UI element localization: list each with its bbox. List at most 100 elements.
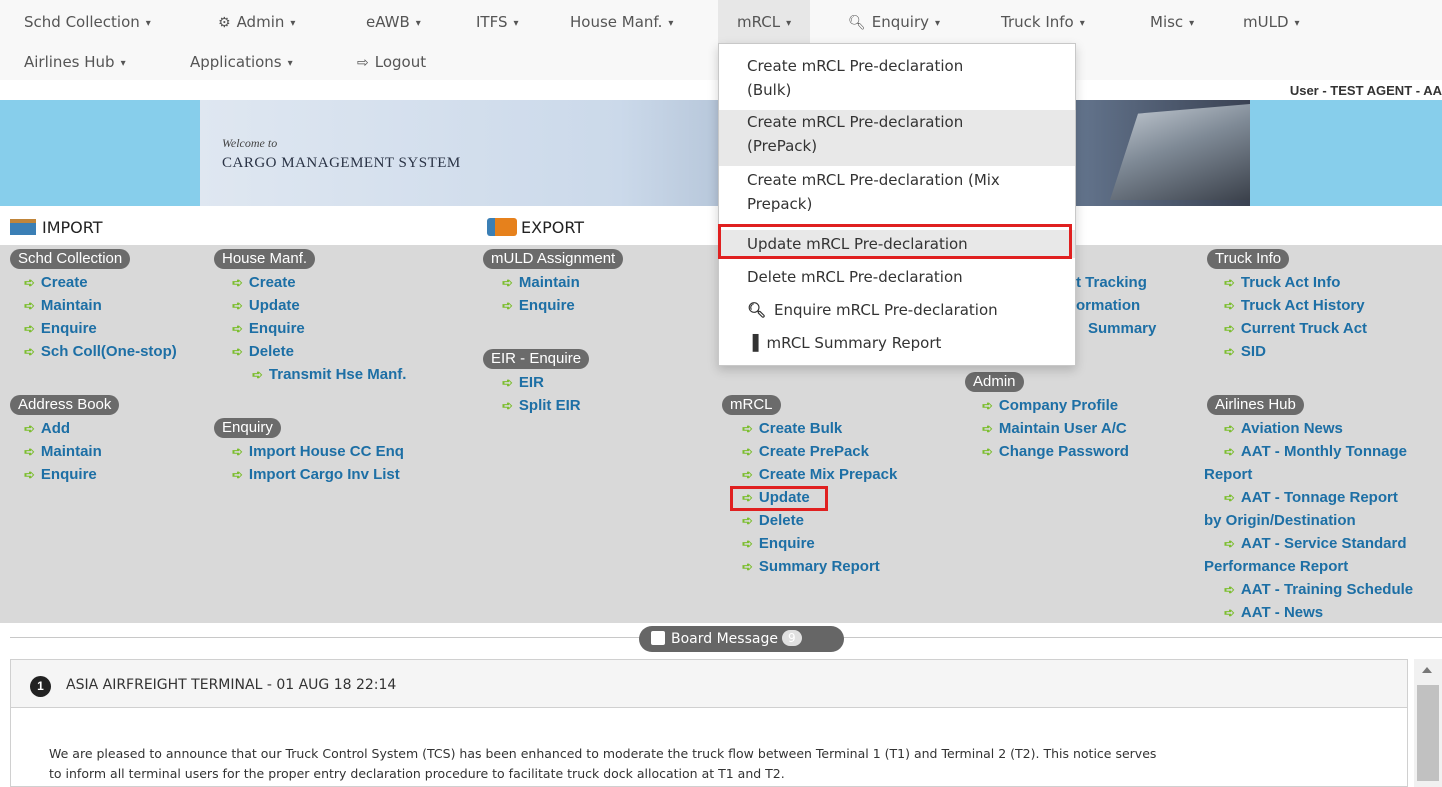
- link-aat-training-schedule[interactable]: ➪ AAT - Training Schedule: [1224, 580, 1413, 600]
- link-split-eir[interactable]: ➪ Split EIR: [502, 396, 581, 416]
- link-partial-tracking[interactable]: t Tracking: [1076, 273, 1147, 293]
- arrow-icon: ➪: [742, 421, 753, 436]
- board-message-button[interactable]: Board Message 9: [639, 626, 844, 652]
- link-aat-monthly-tonnage-wrap[interactable]: Report: [1204, 465, 1252, 485]
- message-body-line: to inform all terminal users for the pro…: [49, 766, 785, 781]
- link-aat-monthly-tonnage[interactable]: ➪ AAT - Monthly Tonnage: [1224, 442, 1407, 462]
- arrow-icon: ➪: [1224, 582, 1235, 597]
- dd-label-line2: Prepack): [747, 195, 813, 213]
- nav-label: Admin: [236, 13, 285, 31]
- link-mrcl-create-bulk[interactable]: ➪ Create Bulk: [742, 419, 842, 439]
- nav-schd-collection[interactable]: Schd Collection ▾: [24, 12, 151, 35]
- link-mrcl-create-prepack[interactable]: ➪ Create PrePack: [742, 442, 869, 462]
- export-heading: EXPORT: [487, 218, 584, 237]
- nav-mrcl[interactable]: mRCL ▾: [718, 0, 811, 43]
- link-aat-service-standard[interactable]: ➪ AAT - Service Standard: [1224, 534, 1407, 554]
- nav-truck-info[interactable]: Truck Info ▾: [1001, 12, 1085, 35]
- arrow-icon: ➪: [1224, 321, 1235, 336]
- message-header[interactable]: 1 ASIA AIRFREIGHT TERMINAL - 01 AUG 18 2…: [11, 660, 1407, 708]
- dd-create-bulk[interactable]: Create mRCL Pre-declaration (Bulk): [719, 54, 1075, 110]
- nav-muld[interactable]: mULD ▾: [1243, 12, 1300, 35]
- link-mrcl-enquire[interactable]: ➪ Enquire: [742, 534, 815, 554]
- link-aviation-news[interactable]: ➪ Aviation News: [1224, 419, 1343, 439]
- chevron-down-icon: ▾: [513, 18, 519, 29]
- link-aat-service-standard-wrap[interactable]: Performance Report: [1204, 557, 1348, 577]
- link-address-enquire[interactable]: ➪ Enquire: [24, 465, 97, 485]
- dd-enquire[interactable]: 🔍︎ Enquire mRCL Pre-declaration: [719, 297, 1075, 323]
- arrow-icon: ➪: [1224, 298, 1235, 313]
- message-number-badge: 1: [30, 676, 51, 697]
- container-icon: [10, 219, 36, 235]
- link-address-maintain[interactable]: ➪ Maintain: [24, 442, 102, 462]
- nav-misc[interactable]: Misc ▾: [1150, 12, 1194, 35]
- banner-title: CARGO MANAGEMENT SYSTEM: [222, 155, 461, 171]
- link-sid[interactable]: ➪ SID: [1224, 342, 1266, 362]
- dd-label: Delete mRCL Pre-declaration: [747, 268, 963, 286]
- highlight-box-update-menu: [718, 224, 1072, 259]
- board-count-badge: 9: [781, 630, 802, 646]
- arrow-icon: ➪: [502, 398, 513, 413]
- link-house-update[interactable]: ➪ Update: [232, 296, 300, 316]
- dd-summary-report[interactable]: ▐ mRCL Summary Report: [719, 330, 1075, 356]
- link-schd-enquire[interactable]: ➪ Enquire: [24, 319, 97, 339]
- group-label-truck-info: Truck Info: [1207, 249, 1290, 269]
- chevron-down-icon: ▾: [1079, 18, 1085, 29]
- nav-admin[interactable]: ⚙ Admin ▾: [218, 12, 295, 35]
- nav-label: eAWB: [366, 13, 410, 31]
- link-maintain-user[interactable]: ➪ Maintain User A/C: [982, 419, 1127, 439]
- nav-house-manf[interactable]: House Manf. ▾: [570, 12, 673, 35]
- arrow-icon: ➪: [232, 275, 243, 290]
- link-muld-enquire[interactable]: ➪ Enquire: [502, 296, 575, 316]
- link-aat-tonnage-report[interactable]: ➪ AAT - Tonnage Report: [1224, 488, 1398, 508]
- import-label: IMPORT: [42, 218, 103, 237]
- link-mrcl-create-mix[interactable]: ➪ Create Mix Prepack: [742, 465, 897, 485]
- dd-delete[interactable]: Delete mRCL Pre-declaration: [719, 264, 1075, 290]
- nav-enquiry[interactable]: 🔍︎ Enquiry ▾: [848, 12, 940, 35]
- mrcl-dropdown-menu: Create mRCL Pre-declaration (Bulk) Create…: [718, 43, 1076, 366]
- link-mrcl-delete[interactable]: ➪ Delete: [742, 511, 804, 531]
- link-truck-act-info[interactable]: ➪ Truck Act Info: [1224, 273, 1340, 293]
- link-truck-act-history[interactable]: ➪ Truck Act History: [1224, 296, 1365, 316]
- link-muld-maintain[interactable]: ➪ Maintain: [502, 273, 580, 293]
- link-import-cargo-inv[interactable]: ➪ Import Cargo Inv List: [232, 465, 400, 485]
- chevron-down-icon: ▾: [1294, 18, 1300, 29]
- message-body-line: We are pleased to announce that our Truc…: [49, 746, 1157, 761]
- link-house-enquire[interactable]: ➪ Enquire: [232, 319, 305, 339]
- link-eir[interactable]: ➪ EIR: [502, 373, 544, 393]
- link-schd-maintain[interactable]: ➪ Maintain: [24, 296, 102, 316]
- link-partial-summary[interactable]: Summary: [1088, 319, 1156, 339]
- link-aat-news[interactable]: ➪ AAT - News: [1224, 603, 1323, 623]
- dd-label-line2: (Bulk): [747, 81, 792, 99]
- link-import-house-cc[interactable]: ➪ Import House CC Enq: [232, 442, 404, 462]
- chevron-down-icon: ▾: [668, 18, 674, 29]
- dd-create-prepack[interactable]: Create mRCL Pre-declaration (PrePack): [719, 110, 1075, 166]
- nav-itfs[interactable]: ITFS ▾: [476, 12, 519, 35]
- scroll-thumb[interactable]: [1417, 685, 1439, 781]
- link-house-create[interactable]: ➪ Create: [232, 273, 296, 293]
- logout-icon: ⇨: [357, 55, 369, 71]
- nav-logout[interactable]: ⇨ Logout: [357, 52, 426, 73]
- scroll-up-icon[interactable]: [1422, 667, 1432, 673]
- arrow-icon: ➪: [24, 321, 35, 336]
- link-mrcl-summary[interactable]: ➪ Summary Report: [742, 557, 880, 577]
- link-aat-tonnage-report-wrap[interactable]: by Origin/Destination: [1204, 511, 1356, 531]
- scrollbar[interactable]: [1414, 659, 1442, 787]
- link-schd-one-stop[interactable]: ➪ Sch Coll(One-stop): [24, 342, 177, 362]
- nav-airlines-hub[interactable]: Airlines Hub ▾: [24, 52, 126, 75]
- link-change-password[interactable]: ➪ Change Password: [982, 442, 1129, 462]
- arrow-icon: ➪: [1224, 421, 1235, 436]
- link-address-add[interactable]: ➪ Add: [24, 419, 70, 439]
- nav-eawb[interactable]: eAWB ▾: [366, 12, 421, 35]
- dd-create-mix[interactable]: Create mRCL Pre-declaration (Mix Prepack): [719, 168, 1075, 224]
- link-house-transmit[interactable]: ➪ Transmit Hse Manf.: [252, 365, 406, 385]
- arrow-icon: ➪: [24, 467, 35, 482]
- nav-applications[interactable]: Applications ▾: [190, 52, 293, 75]
- link-house-delete[interactable]: ➪ Delete: [232, 342, 294, 362]
- link-current-truck-act[interactable]: ➪ Current Truck Act: [1224, 319, 1367, 339]
- link-company-profile[interactable]: ➪ Company Profile: [982, 396, 1118, 416]
- group-label-schd-collection: Schd Collection: [10, 249, 131, 269]
- arrow-icon: ➪: [24, 275, 35, 290]
- link-partial-information[interactable]: ormation: [1076, 296, 1140, 316]
- link-schd-create[interactable]: ➪ Create: [24, 273, 88, 293]
- arrow-icon: ➪: [24, 421, 35, 436]
